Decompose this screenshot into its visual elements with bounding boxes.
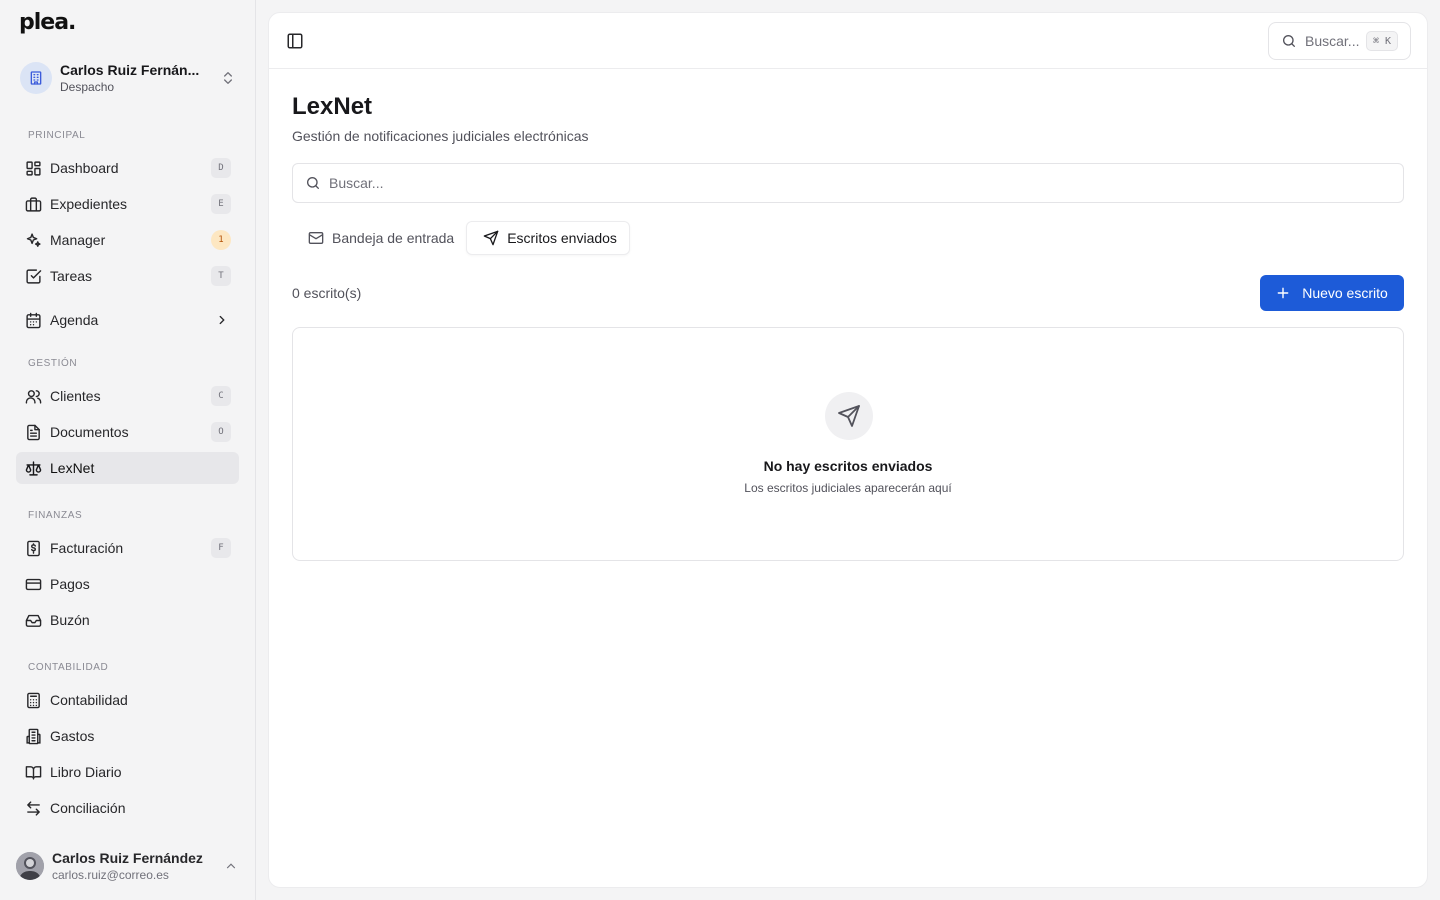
chevron-right-icon <box>219 315 225 325</box>
shortcut-hint: E <box>211 194 231 214</box>
new-escrito-button[interactable]: Nuevo escrito <box>1260 275 1404 311</box>
user-menu[interactable]: Carlos Ruiz Fernández carlos.ruiz@correo… <box>16 846 244 886</box>
global-search-button[interactable]: Buscar... ⌘ K <box>1268 22 1411 60</box>
page-subtitle: Gestión de notificaciones judiciales ele… <box>292 128 589 144</box>
section-label-finanzas: FINANZAS <box>28 510 83 521</box>
empty-state: No hay escritos enviados Los escritos ju… <box>292 327 1404 561</box>
tab-label: Bandeja de entrada <box>332 230 455 246</box>
sidebar-item-dashboard[interactable]: Dashboard D <box>16 152 239 184</box>
tab-label: Escritos enviados <box>507 230 617 246</box>
sidebar-item-facturacion[interactable]: Facturación F <box>16 532 239 564</box>
send-icon <box>483 230 499 246</box>
calculator-icon <box>24 691 42 709</box>
section-label-principal: PRINCIPAL <box>28 130 86 141</box>
users-icon <box>24 387 42 405</box>
shortcut-hint: O <box>211 422 231 442</box>
user-name: Carlos Ruiz Fernández <box>52 850 203 866</box>
shortcut-hint: F <box>211 538 231 558</box>
section-label-contabilidad: CONTABILIDAD <box>28 662 109 673</box>
dollar-icon <box>24 539 42 557</box>
org-switcher[interactable]: Carlos Ruiz Fernán... Despacho <box>16 56 240 100</box>
results-count: 0 escrito(s) <box>292 285 362 301</box>
tab-bandeja-de-entrada[interactable]: Bandeja de entrada <box>292 221 466 255</box>
search-icon <box>1283 35 1295 47</box>
sidebar-item-label: Libro Diario <box>50 764 122 780</box>
sidebar-item-buzon[interactable]: Buzón <box>16 604 239 636</box>
sidebar: plea. Carlos Ruiz Fernán... Despacho PRI… <box>0 0 256 900</box>
file-icon <box>24 423 42 441</box>
shortcut-hint: D <box>211 158 231 178</box>
sidebar-item-pagos[interactable]: Pagos <box>16 568 239 600</box>
sidebar-item-label: Clientes <box>50 388 101 404</box>
inbox-icon <box>24 611 42 629</box>
sidebar-item-label: Tareas <box>50 268 93 284</box>
shortcut-hint: ⌘ K <box>1365 31 1398 51</box>
global-search-label: Buscar... <box>1305 33 1360 49</box>
sidebar-item-label: Documentos <box>50 424 129 440</box>
button-label: Nuevo escrito <box>1302 285 1388 301</box>
shortcut-hint: C <box>211 386 231 406</box>
search-icon <box>307 177 319 189</box>
checkbox-icon <box>24 267 42 285</box>
chevrons-updown-icon <box>224 72 232 84</box>
briefcase-icon <box>24 195 42 213</box>
sidebar-item-gastos[interactable]: Gastos <box>16 720 239 752</box>
shortcut-hint: T <box>211 266 231 286</box>
sidebar-item-manager[interactable]: Manager 1 <box>16 224 239 256</box>
sidebar-item-label: LexNet <box>50 460 95 476</box>
org-role: Despacho <box>60 80 115 94</box>
sidebar-item-lexnet[interactable]: LexNet <box>16 452 239 484</box>
sidebar-item-agenda[interactable]: Agenda <box>16 304 239 336</box>
sidebar-item-label: Agenda <box>50 312 99 328</box>
user-email: carlos.ruiz@correo.es <box>52 868 169 882</box>
mail-icon <box>308 232 324 244</box>
sidebar-item-tareas[interactable]: Tareas T <box>16 260 239 292</box>
sidebar-item-conciliacion[interactable]: Conciliación <box>16 792 239 824</box>
page-title: LexNet <box>292 93 373 120</box>
tab-escritos-enviados[interactable]: Escritos enviados <box>466 221 630 255</box>
app-logo[interactable]: plea. <box>19 10 76 35</box>
sidebar-item-contabilidad[interactable]: Contabilidad <box>16 684 239 716</box>
main-panel: Buscar... ⌘ K LexNet Gestión de notifica… <box>268 12 1428 888</box>
book-icon <box>24 763 42 781</box>
chevron-up-icon <box>226 863 236 869</box>
plus-icon <box>1277 287 1289 299</box>
sidebar-item-label: Facturación <box>50 540 124 556</box>
sidebar-item-label: Contabilidad <box>50 692 128 708</box>
swap-icon <box>24 799 42 817</box>
sidebar-item-label: Pagos <box>50 576 90 592</box>
sidebar-item-label: Buzón <box>50 612 90 628</box>
search-input[interactable] <box>329 175 1403 191</box>
sidebar-item-label: Manager <box>50 232 106 248</box>
send-icon <box>825 392 873 440</box>
sidebar-toggle-icon[interactable] <box>286 32 304 50</box>
scale-icon <box>24 459 42 477</box>
sidebar-item-documentos[interactable]: Documentos O <box>16 416 239 448</box>
sidebar-item-label: Conciliación <box>50 800 126 816</box>
empty-state-subtitle: Los escritos judiciales aparecerán aquí <box>744 481 952 495</box>
sidebar-item-label: Expedientes <box>50 196 128 212</box>
empty-state-title: No hay escritos enviados <box>763 458 933 474</box>
building-icon <box>24 727 42 745</box>
credit-card-icon <box>24 575 42 593</box>
sidebar-item-expedientes[interactable]: Expedientes E <box>16 188 239 220</box>
building-icon <box>20 62 52 94</box>
avatar <box>16 852 44 880</box>
calendar-icon <box>24 311 42 329</box>
section-label-gestion: GESTIÓN <box>28 358 78 369</box>
sidebar-item-clientes[interactable]: Clientes C <box>16 380 239 412</box>
search-field[interactable] <box>292 163 1404 203</box>
sidebar-item-label: Gastos <box>50 728 95 744</box>
topbar: Buscar... ⌘ K <box>269 13 1427 69</box>
sidebar-item-label: Dashboard <box>50 160 119 176</box>
notification-badge: 1 <box>211 230 231 250</box>
org-name: Carlos Ruiz Fernán... <box>60 62 200 78</box>
sidebar-item-libro-diario[interactable]: Libro Diario <box>16 756 239 788</box>
dashboard-icon <box>24 159 42 177</box>
tab-bar: Bandeja de entrada Escritos enviados <box>292 221 630 255</box>
sparkles-icon <box>24 231 42 249</box>
